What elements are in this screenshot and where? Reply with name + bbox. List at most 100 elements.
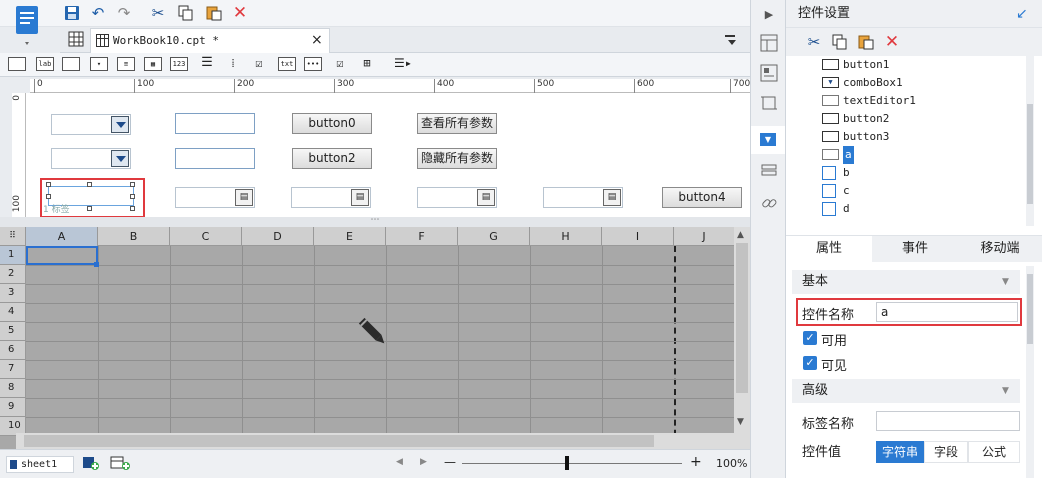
- calendar-icon[interactable]: ▤: [351, 189, 369, 206]
- column-header[interactable]: E: [314, 227, 386, 246]
- row-header[interactable]: 1: [0, 246, 26, 265]
- combobox-param[interactable]: [51, 148, 131, 169]
- chevron-down-icon[interactable]: [111, 150, 129, 167]
- prev-sheet-icon[interactable]: ◀: [396, 457, 403, 467]
- column-header[interactable]: D: [242, 227, 314, 246]
- redo-icon[interactable]: ↷: [114, 3, 134, 23]
- next-sheet-icon[interactable]: ▶: [420, 457, 427, 467]
- zoom-in-button[interactable]: +: [690, 454, 702, 470]
- radio-group-widget-icon[interactable]: ⁞: [224, 57, 242, 71]
- undo-icon[interactable]: ↶: [88, 3, 108, 23]
- date-widget-icon[interactable]: ▦: [144, 57, 162, 71]
- date-field-param[interactable]: ▤: [417, 187, 497, 208]
- selected-cell-a1[interactable]: [26, 246, 98, 265]
- column-header[interactable]: C: [170, 227, 242, 246]
- sheet-tab[interactable]: sheet1: [6, 456, 74, 473]
- tab-mobile[interactable]: 移动端: [958, 236, 1042, 262]
- collapse-panel-icon[interactable]: ↙: [1016, 0, 1028, 28]
- paste-icon[interactable]: [856, 32, 876, 52]
- cut-icon[interactable]: ✂: [148, 3, 168, 23]
- resize-handle[interactable]: [87, 182, 92, 187]
- chevron-right-icon[interactable]: ▶: [758, 4, 780, 26]
- pane-splitter[interactable]: ⋯: [0, 216, 750, 227]
- text-field-param[interactable]: [175, 113, 255, 134]
- text-field-param[interactable]: [175, 148, 255, 169]
- resize-handle[interactable]: [46, 194, 51, 199]
- resize-handle[interactable]: [130, 182, 135, 187]
- label-name-input[interactable]: [876, 411, 1020, 431]
- textarea-widget-icon[interactable]: ☰: [198, 56, 216, 71]
- tab-events[interactable]: 事件: [872, 236, 958, 262]
- row-header[interactable]: 5: [0, 322, 26, 341]
- link-icon[interactable]: [758, 194, 780, 216]
- column-header[interactable]: F: [386, 227, 458, 246]
- app-menu-logo[interactable]: [8, 4, 50, 48]
- add-poly-sheet-icon[interactable]: [110, 455, 132, 471]
- date-field-param[interactable]: ▤: [291, 187, 371, 208]
- paste-icon[interactable]: [204, 3, 224, 23]
- row-header[interactable]: 6: [0, 341, 26, 360]
- column-header[interactable]: H: [530, 227, 602, 246]
- cut-icon[interactable]: ✂: [804, 32, 824, 52]
- section-basic[interactable]: 基本 ▼: [792, 270, 1020, 294]
- crop-icon[interactable]: [758, 94, 780, 116]
- value-type-string[interactable]: 字符串: [876, 441, 924, 463]
- tab-list-icon[interactable]: [724, 33, 738, 47]
- widget-settings-tab[interactable]: ▼: [751, 126, 785, 154]
- grid-view-icon[interactable]: [68, 31, 86, 49]
- resize-handle[interactable]: [130, 194, 135, 199]
- resize-handle[interactable]: [130, 206, 135, 211]
- calendar-icon[interactable]: ▤: [477, 189, 495, 206]
- select-all-corner[interactable]: ⠿: [0, 227, 26, 246]
- add-sheet-icon[interactable]: [82, 455, 100, 471]
- layers-icon[interactable]: [758, 162, 780, 184]
- checkbox-group-widget-icon[interactable]: ☑: [250, 57, 268, 71]
- row-header[interactable]: 4: [0, 303, 26, 322]
- scroll-thumb[interactable]: [736, 243, 748, 393]
- password-widget-icon[interactable]: •••: [304, 57, 322, 71]
- copy-icon[interactable]: [830, 32, 850, 52]
- chevron-down-icon[interactable]: ▼: [737, 417, 744, 427]
- delete-icon[interactable]: ✕: [882, 32, 902, 52]
- copy-icon[interactable]: [176, 3, 196, 23]
- value-type-field[interactable]: 字段: [924, 441, 968, 463]
- calendar-icon[interactable]: ▤: [235, 189, 253, 206]
- scroll-thumb[interactable]: [24, 435, 654, 447]
- horizontal-scrollbar[interactable]: [16, 433, 734, 449]
- row-header[interactable]: 8: [0, 379, 26, 398]
- resize-handle[interactable]: [87, 206, 92, 211]
- dropdown-tree-widget-icon[interactable]: ≡: [117, 57, 135, 71]
- tree-scrollbar[interactable]: [1026, 56, 1034, 226]
- button4[interactable]: button4: [662, 187, 742, 208]
- cell-element-icon[interactable]: [758, 64, 780, 86]
- section-advanced[interactable]: 高级 ▼: [792, 379, 1020, 403]
- tree-widget-icon[interactable]: ⊞: [358, 57, 376, 71]
- row-header[interactable]: 3: [0, 284, 26, 303]
- enabled-checkbox[interactable]: ✓: [803, 331, 817, 345]
- column-header[interactable]: G: [458, 227, 530, 246]
- value-type-formula[interactable]: 公式: [968, 441, 1020, 463]
- hide-all-params-button[interactable]: 隐藏所有参数: [417, 148, 497, 169]
- column-header[interactable]: I: [602, 227, 674, 246]
- selected-widget-highlight[interactable]: 1 标签: [40, 178, 145, 218]
- column-header[interactable]: B: [98, 227, 170, 246]
- properties-scrollbar[interactable]: [1026, 266, 1034, 478]
- tab-workbook10[interactable]: WorkBook10.cpt * ×: [90, 28, 330, 53]
- vertical-scrollbar[interactable]: ▲ ▼: [734, 227, 750, 449]
- row-header[interactable]: 7: [0, 360, 26, 379]
- row-header[interactable]: 9: [0, 398, 26, 417]
- combobox-widget-icon[interactable]: ▾: [90, 57, 108, 71]
- date-field-param[interactable]: ▤: [543, 187, 623, 208]
- zoom-slider-thumb[interactable]: [565, 456, 569, 470]
- row-header[interactable]: 2: [0, 265, 26, 284]
- textbox-widget-icon[interactable]: [62, 57, 80, 71]
- button2[interactable]: button2: [292, 148, 372, 169]
- tab-close-icon[interactable]: ×: [311, 32, 323, 48]
- fill-handle[interactable]: [94, 262, 99, 267]
- checkbox-widget-icon[interactable]: ☑: [331, 57, 349, 71]
- text-widget-icon[interactable]: txt: [278, 57, 296, 71]
- number-widget-icon[interactable]: 123: [170, 57, 188, 71]
- tab-properties[interactable]: 属性: [786, 236, 872, 262]
- label-widget-icon[interactable]: lab: [36, 57, 54, 71]
- more-widgets-icon[interactable]: ☰▸: [394, 57, 412, 71]
